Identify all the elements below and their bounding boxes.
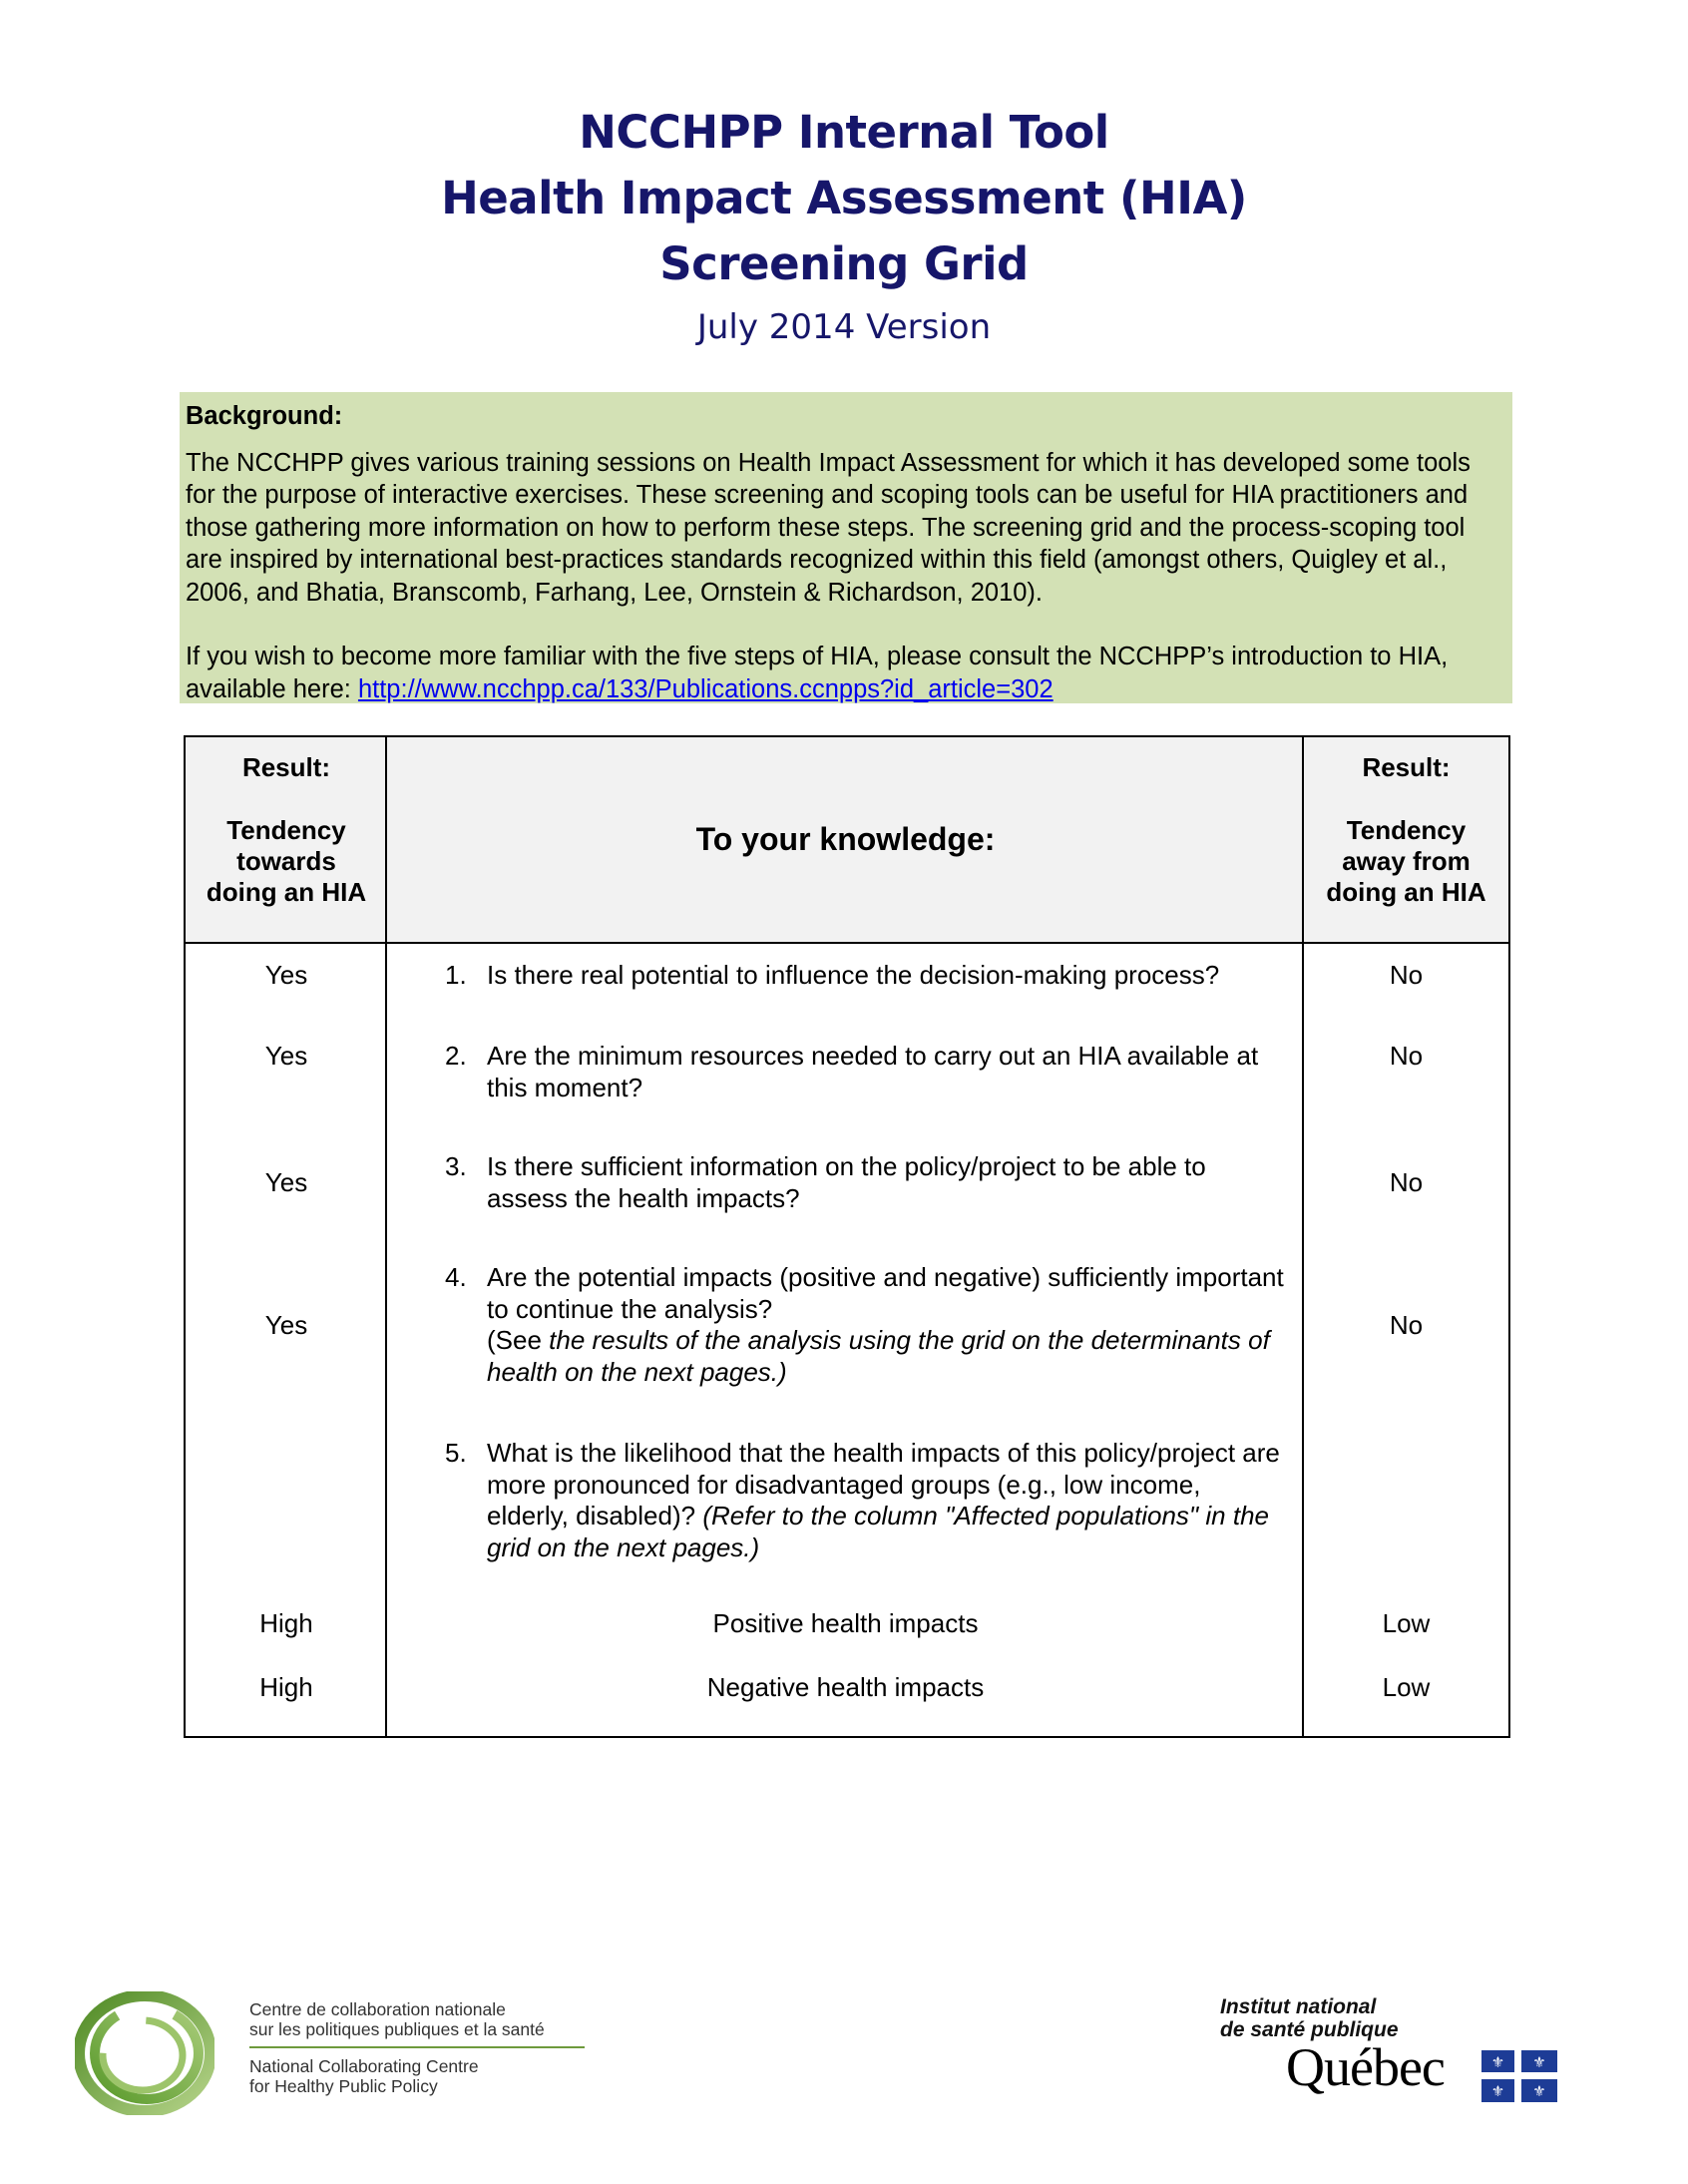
svg-text:⚜: ⚜ [1532, 2082, 1545, 2100]
ncchpp-fr-line-2: sur les politiques publiques et la santé [249, 2019, 545, 2039]
header-to-your-knowledge: To your knowledge: [695, 821, 996, 857]
header-towards-hia: Result: Tendency towards doing an HIA [186, 737, 387, 942]
svg-text:⚜: ⚜ [1491, 2082, 1504, 2100]
ncchpp-divider [249, 2046, 585, 2048]
column-divider-left [385, 737, 387, 1736]
question-4-number: 4. [445, 1262, 467, 1292]
header-left-sub-3: doing an HIA [206, 877, 367, 907]
title-line-2: Health Impact Assessment (HIA) [441, 172, 1247, 224]
ncchpp-en-line-2: for Healthy Public Policy [249, 2076, 438, 2096]
row-4-towards-value: Yes [264, 1310, 308, 1340]
inspq-line-1: Institut national [1220, 1995, 1377, 2018]
header-left-result-label: Result: [241, 752, 331, 782]
quebec-wordmark: Québec [1286, 2037, 1446, 2097]
svg-text:⚜: ⚜ [1532, 2053, 1545, 2071]
header-away-from-hia: Result: Tendency away from doing an HIA [1304, 737, 1508, 942]
background-section: Background: The NCCHPP gives various tra… [180, 392, 1512, 703]
positive-impacts-towards-value: High [259, 1608, 313, 1638]
row-1-away-value: No [1389, 960, 1424, 990]
ncchpp-logo: Centre de collaboration nationale sur le… [75, 1991, 633, 2121]
header-right-sub-1: Tendency [1346, 815, 1467, 845]
header-right-sub-3: doing an HIA [1326, 877, 1486, 907]
negative-health-impacts-label: Negative health impacts [706, 1672, 985, 1702]
column-divider-right [1302, 737, 1304, 1736]
question-4-note: the results of the analysis using the gr… [487, 1325, 1270, 1387]
row-3-towards-value: Yes [264, 1167, 308, 1197]
question-5-content: What is the likelihood that the health i… [487, 1438, 1285, 1563]
svg-text:⚜: ⚜ [1491, 2053, 1504, 2071]
ncchpp-en-line-1: National Collaborating Centre [249, 2056, 479, 2076]
positive-health-impacts-label: Positive health impacts [712, 1608, 979, 1638]
row-2-towards-value: Yes [264, 1041, 308, 1071]
question-1-number: 1. [445, 960, 467, 990]
question-5-number: 5. [445, 1438, 467, 1468]
ncchpp-name: Centre de collaboration nationale sur le… [249, 1999, 585, 2096]
header-left-sub-1: Tendency [226, 815, 346, 845]
hia-introduction-link[interactable]: http://www.ncchpp.ca/133/Publications.cc… [358, 675, 1054, 703]
table-header-row: Result: Tendency towards doing an HIA To… [186, 737, 1508, 944]
background-paragraph-1: The NCCHPP gives various training sessio… [186, 448, 1471, 607]
question-1-text: Is there real potential to influence the… [487, 960, 1220, 990]
header-left-sub-2: towards [236, 846, 336, 876]
screening-grid-table: Result: Tendency towards doing an HIA To… [184, 735, 1510, 1738]
row-4-away-value: No [1389, 1310, 1424, 1340]
question-2-number: 2. [445, 1041, 467, 1071]
row-3-away-value: No [1389, 1167, 1424, 1197]
question-2-text: Are the minimum resources needed to carr… [487, 1041, 1259, 1102]
quebec-fleurdelise-flag-icon: ⚜ ⚜ ⚜ ⚜ [1481, 2050, 1557, 2102]
title-line-3: Screening Grid [659, 237, 1029, 290]
row-2-away-value: No [1389, 1041, 1424, 1071]
background-paragraph-2: If you wish to become more familiar with… [186, 641, 1506, 705]
inspq-logo: Institut national de santé publique Québ… [1212, 1995, 1571, 2115]
question-4-text: Are the potential impacts (positive and … [487, 1262, 1284, 1324]
green-swirl-logo-icon [75, 1991, 214, 2115]
question-4-content: Are the potential impacts (positive and … [487, 1262, 1285, 1388]
question-3-number: 3. [445, 1151, 467, 1181]
row-1-towards-value: Yes [264, 960, 308, 990]
inspq-name: Institut national de santé publique [1220, 1995, 1399, 2041]
negative-impacts-away-value: Low [1382, 1672, 1431, 1702]
document-title: NCCHPP Internal Tool Health Impact Asses… [0, 100, 1688, 355]
title-line-1: NCCHPP Internal Tool [579, 106, 1109, 159]
ncchpp-fr-line-1: Centre de collaboration nationale [249, 1999, 506, 2019]
version-label: July 2014 Version [696, 307, 992, 347]
question-4-note-prefix: (See [487, 1325, 550, 1355]
positive-impacts-away-value: Low [1382, 1608, 1431, 1638]
background-heading: Background: [186, 402, 343, 430]
header-right-sub-2: away from [1342, 846, 1471, 876]
question-3-text: Is there sufficient information on the p… [487, 1151, 1206, 1213]
header-right-result-label: Result: [1362, 752, 1451, 782]
negative-impacts-towards-value: High [259, 1672, 313, 1702]
